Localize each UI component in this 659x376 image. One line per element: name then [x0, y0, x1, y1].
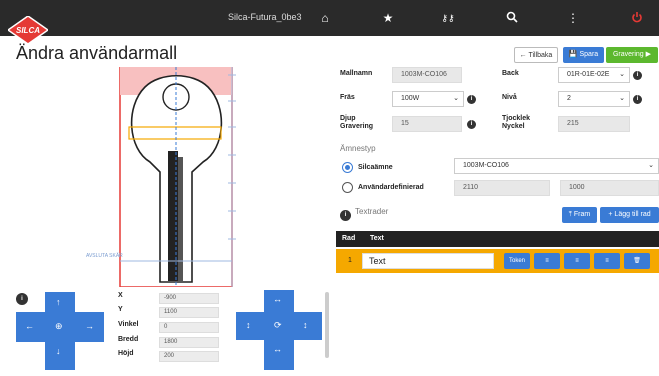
col-text: Text — [370, 235, 384, 242]
rotate-icon[interactable]: ⟳ — [274, 320, 282, 331]
info-icon[interactable]: i — [340, 210, 351, 221]
user-defined-radio[interactable] — [342, 182, 353, 193]
user-defined-field-2[interactable]: 1000 — [560, 180, 659, 196]
home-icon[interactable]: ⌂ — [318, 11, 332, 25]
align-center-icon[interactable]: ≡ — [564, 253, 590, 269]
depth-field[interactable]: 15 — [392, 116, 462, 132]
forward-button[interactable]: ⤒ Fram — [562, 207, 597, 223]
level-select[interactable]: 2 ⌄ — [558, 91, 630, 107]
back-label: Back — [502, 70, 519, 77]
back-select[interactable]: 01R-01E-02E ⌄ — [558, 67, 630, 83]
back-select-value: 01R-01E-02E — [567, 71, 610, 78]
info-icon[interactable]: i — [16, 293, 28, 305]
template-name-label: Mallnamn — [340, 70, 373, 77]
text-table-header: Rad Text — [336, 231, 659, 247]
expand-vertical-icon[interactable]: ↕ — [246, 320, 251, 330]
key-preview[interactable]: AVSLUTA SKÄR — [0, 66, 330, 288]
align-left-icon[interactable]: ≡ — [534, 253, 560, 269]
blank-type-section: Ämnestyp — [340, 144, 376, 153]
y-field[interactable]: 1100 — [159, 307, 219, 318]
forward-label: Fram — [573, 211, 591, 218]
expand-horizontal-icon[interactable]: ↔ — [273, 294, 282, 304]
align-right-icon[interactable]: ≡ — [594, 253, 620, 269]
page-title: Ändra användarmall — [16, 43, 178, 63]
height-field[interactable]: 200 — [159, 351, 219, 362]
angle-label: Vinkel — [118, 321, 139, 328]
angle-field[interactable]: 0 — [159, 322, 219, 333]
search-icon[interactable] — [505, 11, 519, 25]
silca-logo: SILCA — [6, 15, 50, 46]
save-label: Spara — [579, 51, 599, 58]
star-icon[interactable]: ★ — [381, 11, 395, 25]
level-select-value: 2 — [567, 95, 571, 102]
user-defined-field-1[interactable]: 2110 — [454, 180, 550, 196]
height-label: Höjd — [118, 350, 134, 357]
info-icon[interactable]: i — [633, 95, 642, 104]
engrave-button[interactable]: Gravering ▶ — [606, 47, 658, 63]
add-row-button[interactable]: + Lägg till rad — [600, 207, 659, 223]
trash-icon[interactable]: 🗑 — [624, 253, 650, 269]
svg-text:SILCA: SILCA — [16, 26, 40, 35]
chevron-down-icon: ⌄ — [619, 95, 625, 102]
silca-blank-value: 1003M-CO106 — [463, 162, 509, 169]
chevron-down-icon: ⌄ — [648, 162, 654, 169]
shrink-horizontal-icon[interactable]: ↔ — [273, 344, 282, 354]
app-title: Silca-Futura_0be3 — [228, 12, 302, 22]
center-icon[interactable]: ⊕ — [55, 321, 63, 332]
scrollbar[interactable] — [325, 292, 329, 358]
x-field[interactable]: -900 — [159, 293, 219, 304]
silca-blank-label: Silcaämne — [358, 164, 393, 171]
top-bar: Silca-Futura_0be3 ⌂ ★ ⚷⚷ ⋮ — [0, 0, 659, 36]
back-button[interactable]: ← Tillbaka — [514, 47, 558, 63]
arrow-down-icon[interactable]: ↓ — [56, 346, 61, 356]
row-text-input[interactable]: Text — [362, 253, 494, 269]
info-icon[interactable]: i — [467, 95, 476, 104]
thickness-field: 215 — [558, 116, 630, 132]
add-row-label: Lägg till rad — [614, 211, 651, 218]
cutter-label: Fräs — [340, 94, 355, 101]
table-row[interactable]: 1 Text Token ≡ ≡ ≡ 🗑 — [336, 249, 659, 273]
x-label: X — [118, 292, 123, 299]
back-label: Tillbaka — [528, 52, 553, 59]
token-button[interactable]: Token — [504, 253, 530, 269]
chevron-down-icon: ⌄ — [619, 71, 625, 78]
keys-icon[interactable]: ⚷⚷ — [441, 11, 455, 25]
chevron-down-icon: ⌄ — [453, 95, 459, 102]
more-vertical-icon[interactable]: ⋮ — [566, 11, 580, 25]
arrow-right-icon[interactable]: → — [85, 321, 94, 331]
engrave-label: Gravering — [612, 51, 644, 58]
user-defined-label: Användardefinierad — [358, 184, 424, 191]
arrow-up-icon[interactable]: ↑ — [56, 297, 61, 307]
level-label: Nivå — [502, 94, 517, 101]
width-label: Bredd — [118, 336, 139, 343]
power-icon[interactable] — [630, 11, 644, 25]
save-button[interactable]: 💾 Spara — [563, 47, 604, 63]
cutter-select-value: 100W — [401, 95, 420, 102]
shrink-vertical-icon[interactable]: ↕ — [303, 320, 308, 330]
info-icon[interactable]: i — [633, 71, 642, 80]
cutter-select[interactable]: 100W ⌄ — [392, 91, 464, 107]
text-rows-section: Textrader — [355, 207, 389, 216]
info-icon[interactable]: i — [467, 120, 476, 129]
arrow-left-icon[interactable]: ← — [25, 321, 34, 331]
col-row: Rad — [342, 235, 356, 242]
template-name-field[interactable]: 1003M-CO106 — [392, 67, 462, 83]
row-index: 1 — [348, 257, 352, 264]
silca-blank-radio[interactable] — [342, 162, 353, 173]
depth-label: Djup Gravering — [340, 115, 374, 130]
silca-blank-select[interactable]: 1003M-CO106 ⌄ — [454, 158, 659, 174]
thickness-label: Tjocklek Nyckel — [502, 115, 531, 130]
width-field[interactable]: 1800 — [159, 337, 219, 348]
preview-annotation: AVSLUTA SKÄR — [86, 252, 123, 259]
y-label: Y — [118, 306, 123, 313]
